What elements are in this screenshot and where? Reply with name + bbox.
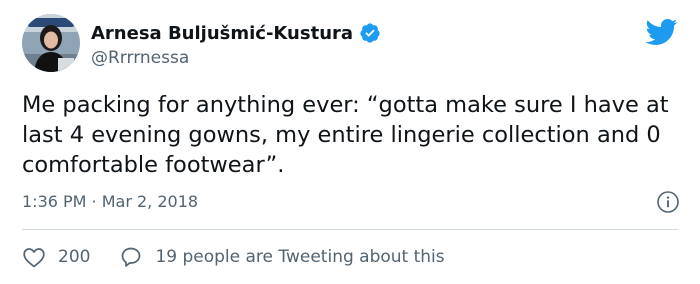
tweet-card: Arnesa Buljušmić-Kustura @Rrrrnessa Me p… [0,0,700,284]
heart-icon [22,246,46,268]
tweet-timestamp[interactable]: 1:36 PM · Mar 2, 2018 [22,192,198,211]
divider [22,229,678,230]
author-name-row: Arnesa Buljušmić-Kustura [91,20,381,46]
tweet-actions: 200 19 people are Tweeting about this [22,243,445,271]
like-button[interactable]: 200 [22,246,90,268]
author-handle[interactable]: @Rrrrnessa [91,48,189,68]
conversation-label: 19 people are Tweeting about this [155,247,445,267]
verified-badge-icon [359,22,381,44]
avatar[interactable] [22,14,80,72]
like-count: 200 [58,247,91,267]
info-icon[interactable] [656,190,680,214]
author-display-name[interactable]: Arnesa Buljušmić-Kustura [91,23,353,44]
speech-bubble-icon [120,246,142,268]
conversation-button[interactable]: 19 people are Tweeting about this [120,246,445,268]
tweet-text: Me packing for anything ever: “gotta mak… [22,92,669,178]
twitter-bird-icon[interactable] [644,18,678,46]
profile-photo [22,14,80,72]
